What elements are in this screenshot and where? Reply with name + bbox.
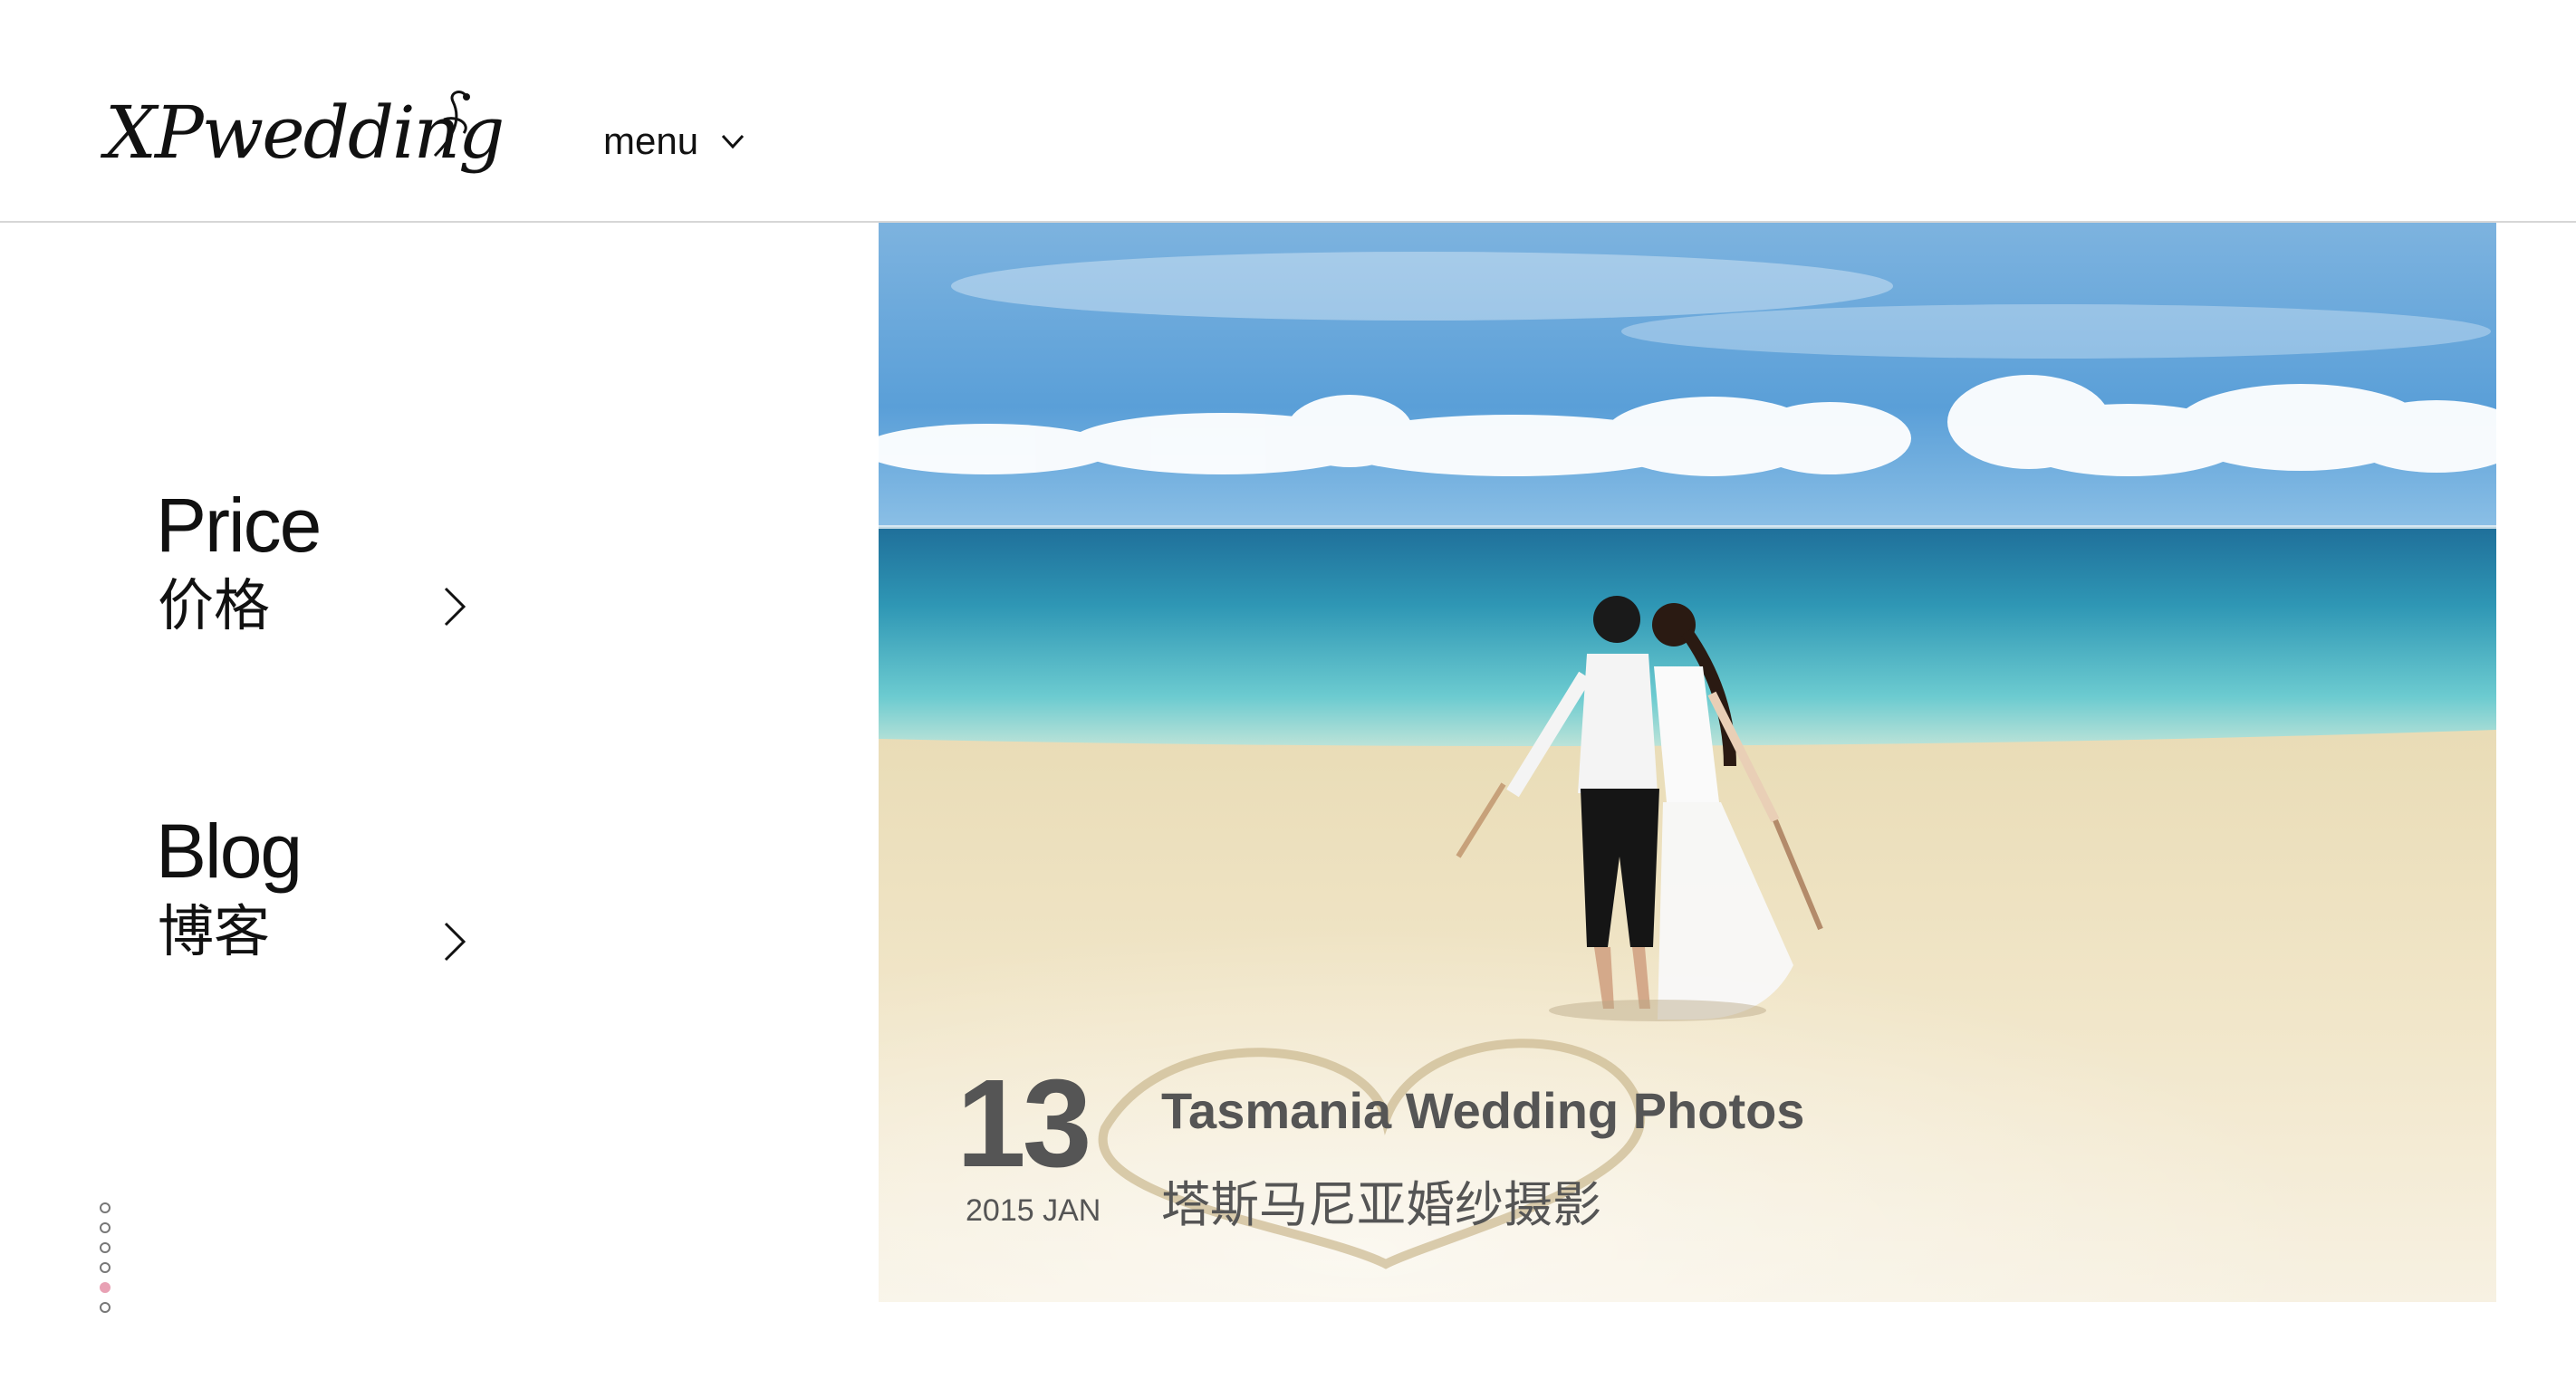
chevron-right-icon [444, 922, 466, 962]
pager-dot[interactable] [100, 1302, 111, 1313]
featured-post-card[interactable]: 13 2015 JAN Tasmania Wedding Photos 塔斯马尼… [879, 223, 2496, 1302]
site-logo[interactable]: XPwedding [98, 83, 505, 219]
site-header: XPwedding menu [0, 0, 2576, 223]
pager-dot[interactable] [100, 1222, 111, 1233]
chevron-down-icon [721, 134, 745, 149]
menu-button[interactable]: menu [603, 114, 747, 168]
nav-item-blog[interactable]: Blog 博客 [156, 813, 482, 985]
logo-flourish-icon [433, 91, 470, 158]
slide-pager [100, 1202, 111, 1313]
pager-dot-active[interactable] [100, 1282, 111, 1293]
pager-dot[interactable] [100, 1202, 111, 1213]
nav-item-label-en: Blog [156, 809, 303, 894]
beach-wedding-photo [879, 223, 2496, 1302]
nav-item-label-zh: 博客 [158, 898, 271, 964]
post-title[interactable]: Tasmania Wedding Photos [1161, 1081, 1804, 1140]
post-year-month: 2015 JAN [966, 1193, 1101, 1228]
nav-item-price[interactable]: Price 价格 [156, 487, 482, 659]
nav-item-label-zh: 价格 [158, 572, 271, 638]
menu-label: menu [603, 120, 699, 162]
nav-item-label-en: Price [156, 483, 322, 568]
pager-dot[interactable] [100, 1242, 111, 1253]
chevron-right-icon [444, 587, 466, 627]
post-day: 13 [956, 1054, 1091, 1193]
pager-dot[interactable] [100, 1262, 111, 1273]
post-title-zh[interactable]: 塔斯马尼亚婚纱摄影 [1161, 1164, 1601, 1236]
